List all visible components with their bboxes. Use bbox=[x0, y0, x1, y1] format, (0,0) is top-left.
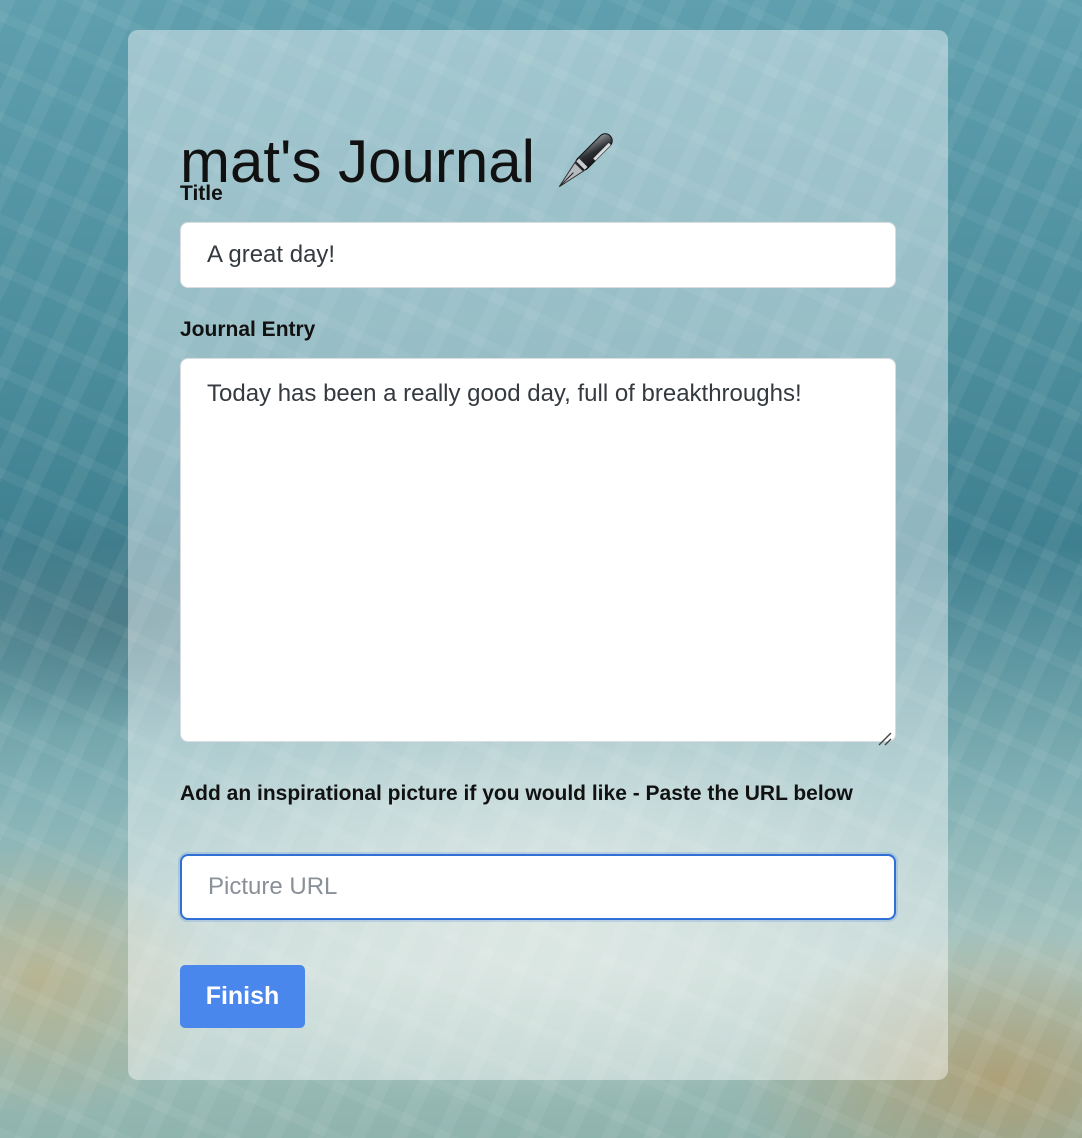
resize-handle-icon[interactable] bbox=[877, 723, 893, 746]
page-title: mat's Journal bbox=[180, 126, 619, 198]
page-title-text: mat's Journal bbox=[180, 128, 535, 195]
title-input[interactable] bbox=[180, 222, 896, 288]
journal-entry-text: Today has been a really good day, full o… bbox=[207, 380, 802, 407]
journal-entry-textarea[interactable]: Today has been a really good day, full o… bbox=[180, 358, 896, 746]
title-label: Title bbox=[180, 182, 223, 205]
journal-entry-label: Journal Entry bbox=[180, 318, 316, 341]
picture-url-input[interactable] bbox=[180, 854, 896, 920]
picture-url-label: Add an inspirational picture if you woul… bbox=[180, 782, 853, 805]
journal-card: mat's Journal Title A great day! Journal… bbox=[128, 30, 948, 1080]
finish-button[interactable]: Finish bbox=[180, 965, 305, 1028]
fountain-pen-icon bbox=[549, 127, 619, 197]
